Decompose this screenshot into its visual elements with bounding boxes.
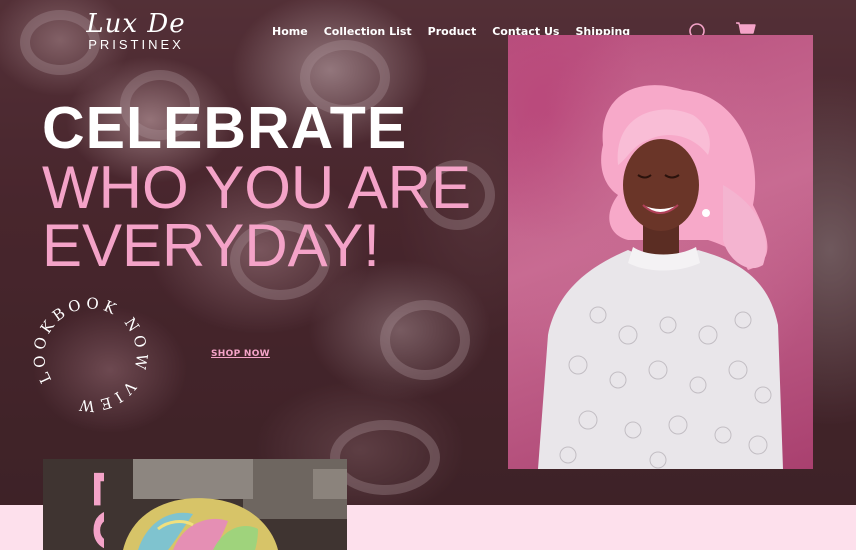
nav-item-collection-list[interactable]: Collection List <box>324 25 412 38</box>
lookbook-ring-text: LOOKBOOK NOW VIEW <box>30 294 151 415</box>
hero-headline-line-3: EVERYDAY! <box>42 212 380 279</box>
lookbook-circle-badge[interactable]: LOOKBOOK NOW VIEW <box>28 290 168 420</box>
shop-now-link[interactable]: SHOP NOW <box>211 349 270 359</box>
video-vertical-label: EO <box>81 469 104 550</box>
nav-item-home[interactable]: Home <box>272 25 308 38</box>
model-photo <box>508 35 813 469</box>
hair-curl <box>380 300 470 380</box>
video-label-text: EO <box>81 469 104 550</box>
hero-headline-line-1: CELEBRATE <box>42 95 408 161</box>
model-illustration <box>538 85 783 469</box>
hero-headline-line-2: WHO YOU ARE <box>42 154 471 221</box>
nav-item-product[interactable]: Product <box>428 25 477 38</box>
page: Lux De PRISTINEX Home Collection List Pr… <box>0 0 856 550</box>
logo-subtitle: PRISTINEX <box>88 37 184 52</box>
logo-script-text: Lux De <box>86 9 186 39</box>
brand-logo[interactable]: Lux De PRISTINEX <box>84 10 188 52</box>
